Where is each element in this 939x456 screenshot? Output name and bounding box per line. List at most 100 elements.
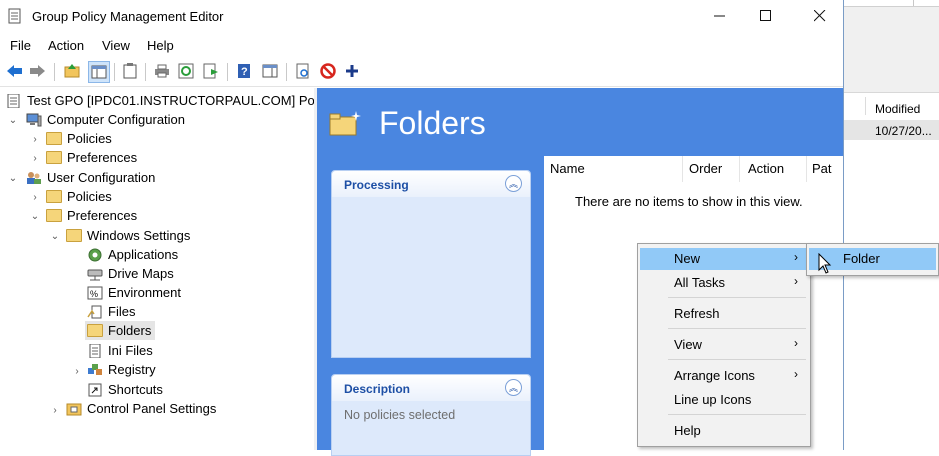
tree-shortcuts[interactable]: Shortcuts [87, 380, 163, 399]
description-panel-header[interactable]: Description ︽ [332, 375, 530, 401]
tree-label: Preferences [67, 150, 138, 165]
toolbar-separator [227, 63, 228, 81]
disable-button[interactable] [318, 61, 338, 81]
tree-applications[interactable]: Applications [87, 245, 178, 264]
menu-item-arrange-icons[interactable]: Arrange Icons › [640, 365, 808, 387]
collapse-chevron-icon[interactable]: ⌄ [50, 231, 60, 242]
print-button[interactable] [152, 61, 172, 81]
process-view-button[interactable] [293, 61, 313, 81]
column-name[interactable]: Name [550, 161, 585, 176]
refresh-button[interactable] [176, 61, 196, 81]
menu-item-help[interactable]: Help [640, 420, 808, 442]
close-button[interactable] [797, 0, 843, 32]
help-book-icon: ? [238, 64, 250, 78]
back-button[interactable] [5, 61, 25, 81]
collapse-up-icon[interactable]: ︽ [505, 379, 522, 396]
tree-label: Control Panel Settings [87, 401, 217, 416]
tree-computer-configuration[interactable]: Computer Configuration [26, 110, 185, 129]
shortcut-icon [88, 383, 102, 396]
ini-file-icon [89, 343, 101, 358]
collapse-chevron-icon[interactable]: ⌄ [8, 115, 18, 126]
tree-registry[interactable]: Registry [87, 360, 156, 379]
submenu-arrow-icon: › [794, 250, 798, 264]
column-separator[interactable] [682, 156, 683, 182]
column-separator[interactable] [806, 156, 807, 182]
menu-separator [668, 414, 806, 415]
expand-chevron-icon[interactable]: › [50, 405, 60, 416]
minimize-icon [714, 15, 725, 17]
menu-item-label: Refresh [674, 306, 720, 321]
tree-uc-policies[interactable]: Policies [46, 187, 112, 206]
new-item-button[interactable] [342, 61, 362, 81]
folder-open-icon [46, 209, 62, 222]
policy-document-icon [7, 93, 20, 108]
printer-icon [155, 64, 169, 78]
processing-panel-header[interactable]: Processing ︽ [332, 171, 530, 197]
column-path[interactable]: Pat [812, 161, 832, 176]
show-hide-tree-button[interactable] [88, 61, 110, 83]
menu-item-label: New [674, 251, 701, 266]
menu-item-label: All Tasks [674, 275, 726, 290]
console-tree-icon [91, 65, 107, 79]
tree-cc-preferences[interactable]: Preferences [46, 148, 137, 167]
expand-chevron-icon[interactable]: › [30, 134, 40, 145]
tree-label: Windows Settings [87, 228, 191, 243]
minimize-button[interactable] [697, 0, 743, 32]
maximize-button[interactable] [743, 0, 789, 32]
tree-control-panel-settings[interactable]: Control Panel Settings [66, 399, 216, 418]
menu-help[interactable]: Help [147, 38, 174, 53]
up-folder-icon [64, 64, 80, 78]
properties-button[interactable] [120, 61, 140, 81]
menu-file[interactable]: File [10, 38, 31, 53]
tree-files[interactable]: Files [87, 302, 135, 321]
close-icon [814, 10, 826, 22]
modified-column-header[interactable]: Modified [875, 102, 920, 116]
column-order[interactable]: Order [689, 161, 722, 176]
background-toolbar-cell [913, 0, 939, 6]
export-list-button[interactable] [201, 61, 221, 81]
menu-item-all-tasks[interactable]: All Tasks › [640, 272, 808, 294]
folder-open-icon [66, 229, 82, 242]
tree-label: Computer Configuration [47, 112, 186, 127]
expand-chevron-icon[interactable]: › [30, 192, 40, 203]
help-button[interactable]: ? [234, 61, 254, 81]
toolbar-separator [145, 63, 146, 81]
column-action[interactable]: Action [748, 161, 784, 176]
menu-view[interactable]: View [102, 38, 130, 53]
column-separator[interactable] [739, 156, 740, 182]
menu-item-label: Arrange Icons [674, 368, 755, 383]
processing-panel: Processing ︽ [331, 170, 531, 358]
tree-ini-files[interactable]: Ini Files [87, 341, 153, 360]
tree-windows-settings[interactable]: Windows Settings [66, 226, 190, 245]
tree-label: Policies [67, 131, 112, 146]
computer-icon [26, 113, 42, 126]
forward-button[interactable] [28, 61, 48, 81]
submenu-arrow-icon: › [794, 367, 798, 381]
folder-sparkle-icon [87, 324, 103, 337]
menu-item-label: View [674, 337, 702, 352]
tree-cc-policies[interactable]: Policies [46, 129, 112, 148]
collapse-chevron-icon[interactable]: ⌄ [30, 211, 40, 222]
tree-uc-preferences[interactable]: Preferences [46, 206, 137, 225]
toolbar: ? [0, 58, 843, 87]
collapse-up-icon[interactable]: ︽ [505, 175, 522, 192]
tree-folders-selected[interactable]: Folders [85, 321, 156, 340]
menu-item-view[interactable]: View › [640, 334, 808, 356]
svg-text:%: % [90, 289, 98, 299]
menu-action[interactable]: Action [48, 38, 84, 53]
tree-drive-maps[interactable]: Drive Maps [87, 264, 174, 283]
menu-item-refresh[interactable]: Refresh [640, 303, 808, 325]
tree-user-configuration[interactable]: User Configuration [26, 168, 155, 187]
up-one-level-button[interactable] [62, 61, 82, 81]
modified-date-cell: 10/27/20... [875, 124, 932, 138]
title-bar[interactable]: Group Policy Management Editor [0, 0, 843, 32]
show-action-pane-button[interactable] [260, 61, 280, 81]
tree-root-gpo[interactable]: Test GPO [IPDC01.INSTRUCTORPAUL.COM] Pol… [6, 91, 334, 110]
tree-environment[interactable]: % Environment [87, 283, 181, 302]
expand-chevron-icon[interactable]: › [72, 366, 82, 377]
console-tree[interactable]: Test GPO [IPDC01.INSTRUCTORPAUL.COM] Pol… [0, 88, 334, 450]
menu-item-line-up-icons[interactable]: Line up Icons [640, 389, 808, 411]
expand-chevron-icon[interactable]: › [30, 153, 40, 164]
collapse-chevron-icon[interactable]: ⌄ [8, 173, 18, 184]
menu-item-new[interactable]: New › [640, 248, 808, 270]
